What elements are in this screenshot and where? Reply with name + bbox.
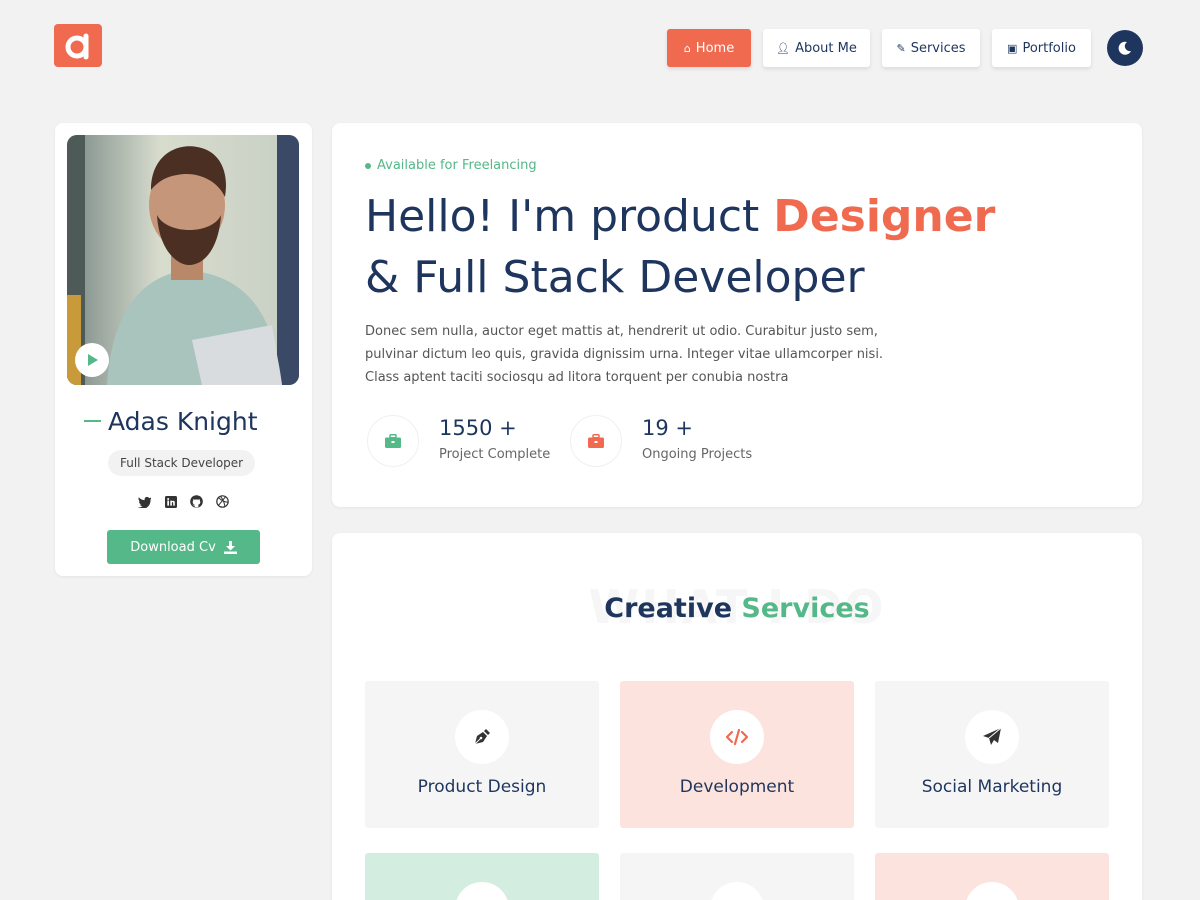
a-letter-logo-icon xyxy=(65,33,89,59)
service-icon xyxy=(455,882,509,900)
services-title-accent: Services xyxy=(741,593,870,624)
service-icon xyxy=(710,882,764,900)
profile-photo xyxy=(67,135,299,385)
linkedin-icon[interactable] xyxy=(164,495,177,508)
code-icon xyxy=(710,710,764,764)
service-social-marketing[interactable]: Social Marketing xyxy=(875,681,1109,828)
service-development[interactable]: Development xyxy=(620,681,854,828)
service-icon xyxy=(965,882,1019,900)
download-icon xyxy=(223,540,237,554)
nav-services-label: Services xyxy=(910,40,966,56)
headline-text: Hello! I'm product xyxy=(365,191,774,242)
paper-plane-icon xyxy=(965,710,1019,764)
service-card-lower-2[interactable] xyxy=(620,853,854,900)
twitter-icon[interactable] xyxy=(138,495,151,508)
pen-nib-icon xyxy=(455,710,509,764)
hero-card: Available for Freelancing Hello! I'm pro… xyxy=(332,123,1142,507)
name-accent-line xyxy=(84,420,101,422)
hero-description: Donec sem nulla, auctor eget mattis at, … xyxy=(365,324,884,385)
stat-ongoing-label: Ongoing Projects xyxy=(642,447,753,462)
headline-accent: Designer xyxy=(773,191,996,242)
nav-portfolio-label: Portfolio xyxy=(1022,40,1076,56)
service-label: Social Marketing xyxy=(921,777,1063,797)
social-links xyxy=(138,495,229,508)
services-title-text: Creative xyxy=(604,593,742,624)
play-icon xyxy=(88,354,98,366)
nav-home-label: Home xyxy=(695,40,735,56)
briefcase-icon xyxy=(385,434,401,448)
availability-text: Available for Freelancing xyxy=(377,158,537,173)
nav-about-me[interactable]: 👤︎ About Me xyxy=(763,29,870,67)
download-cv-button[interactable]: Download Cv xyxy=(107,530,260,564)
service-product-design[interactable]: Product Design xyxy=(365,681,599,828)
stat-complete-value: 1550 + xyxy=(439,416,517,440)
hero-headline-line2: & Full Stack Developer xyxy=(365,252,865,303)
home-icon: ⌂ xyxy=(683,41,691,55)
briefcase-icon xyxy=(588,434,604,448)
status-dot-icon xyxy=(365,162,371,169)
service-label: Product Design xyxy=(417,777,547,797)
moon-icon xyxy=(1118,41,1131,55)
briefcase-icon: ▣ xyxy=(1007,41,1018,55)
dribbble-icon[interactable] xyxy=(216,495,229,508)
play-video-button[interactable] xyxy=(75,343,109,377)
hero-headline-line1: Hello! I'm product Designer xyxy=(365,195,995,239)
nav-home[interactable]: ⌂ Home xyxy=(667,29,751,67)
service-card-lower-1[interactable] xyxy=(365,853,599,900)
profile-card: Adas Knight Full Stack Developer Downloa… xyxy=(55,123,312,576)
nav-services[interactable]: ✎ Services xyxy=(882,29,980,67)
user-icon: 👤︎ xyxy=(776,41,791,55)
profile-role-badge: Full Stack Developer xyxy=(108,450,256,476)
github-icon[interactable] xyxy=(190,495,203,508)
stat-complete-label: Project Complete xyxy=(439,447,551,462)
site-logo[interactable] xyxy=(54,24,102,67)
nav-portfolio[interactable]: ▣ Portfolio xyxy=(992,29,1091,67)
services-title: Creative Services xyxy=(332,593,1142,624)
theme-toggle-button[interactable] xyxy=(1107,30,1143,66)
stat-ongoing-value: 19 + xyxy=(642,416,693,440)
download-cv-label: Download Cv xyxy=(130,539,216,555)
availability-status: Available for Freelancing xyxy=(365,158,537,173)
edit-icon: ✎ xyxy=(896,41,906,55)
stat-ongoing-icon-wrap xyxy=(570,415,622,467)
service-label: Development xyxy=(679,777,795,797)
profile-name: Adas Knight xyxy=(108,407,258,436)
nav-about-label: About Me xyxy=(795,40,857,56)
services-card: WHAT I DO Creative Services Product Desi… xyxy=(332,533,1142,900)
service-card-lower-3[interactable] xyxy=(875,853,1109,900)
stat-complete-icon-wrap xyxy=(367,415,419,467)
